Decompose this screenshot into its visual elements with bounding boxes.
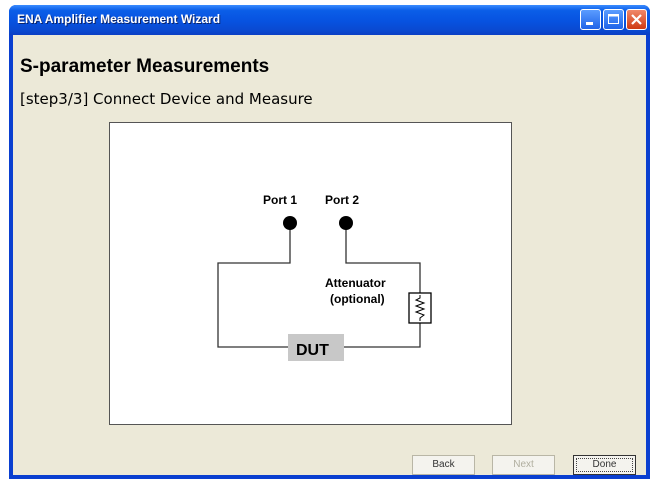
done-button[interactable]: Done: [573, 455, 636, 475]
step-subtitle: [step3/3] Connect Device and Measure: [20, 90, 313, 108]
port1-wire: [217, 223, 291, 348]
back-button[interactable]: Back: [412, 455, 475, 475]
minimize-icon: [586, 22, 593, 25]
page-title: S-parameter Measurements: [20, 56, 270, 77]
port1-label: Port 1: [263, 193, 297, 207]
minimize-button[interactable]: [580, 9, 601, 30]
wizard-window: ENA Amplifier Measurement Wizard S-param…: [9, 5, 650, 479]
port2-connector: [339, 216, 353, 230]
connection-diagram: Port 1 Port 2 Attenuator (optional) DUT: [217, 193, 432, 361]
maximize-icon: [608, 14, 619, 24]
connection-diagram-panel: Port 1 Port 2 Attenuator (optional) DUT: [109, 122, 512, 425]
window-title: ENA Amplifier Measurement Wizard: [17, 12, 221, 26]
attenuator-label: Attenuator: [325, 276, 386, 290]
close-button[interactable]: [626, 9, 647, 30]
done-button-label: Done: [576, 458, 633, 472]
wizard-body: S-parameter Measurements [step3/3] Conne…: [13, 35, 646, 475]
dut-label: DUT: [296, 342, 329, 359]
port2-label: Port 2: [325, 193, 359, 207]
attenuator-optional-label: (optional): [330, 292, 385, 306]
attenuator-resistor-icon: [408, 292, 432, 324]
next-button[interactable]: Next: [492, 455, 555, 475]
close-icon: [631, 14, 642, 25]
maximize-button[interactable]: [603, 9, 624, 30]
port1-connector: [283, 216, 297, 230]
title-bar[interactable]: ENA Amplifier Measurement Wizard: [9, 5, 650, 35]
